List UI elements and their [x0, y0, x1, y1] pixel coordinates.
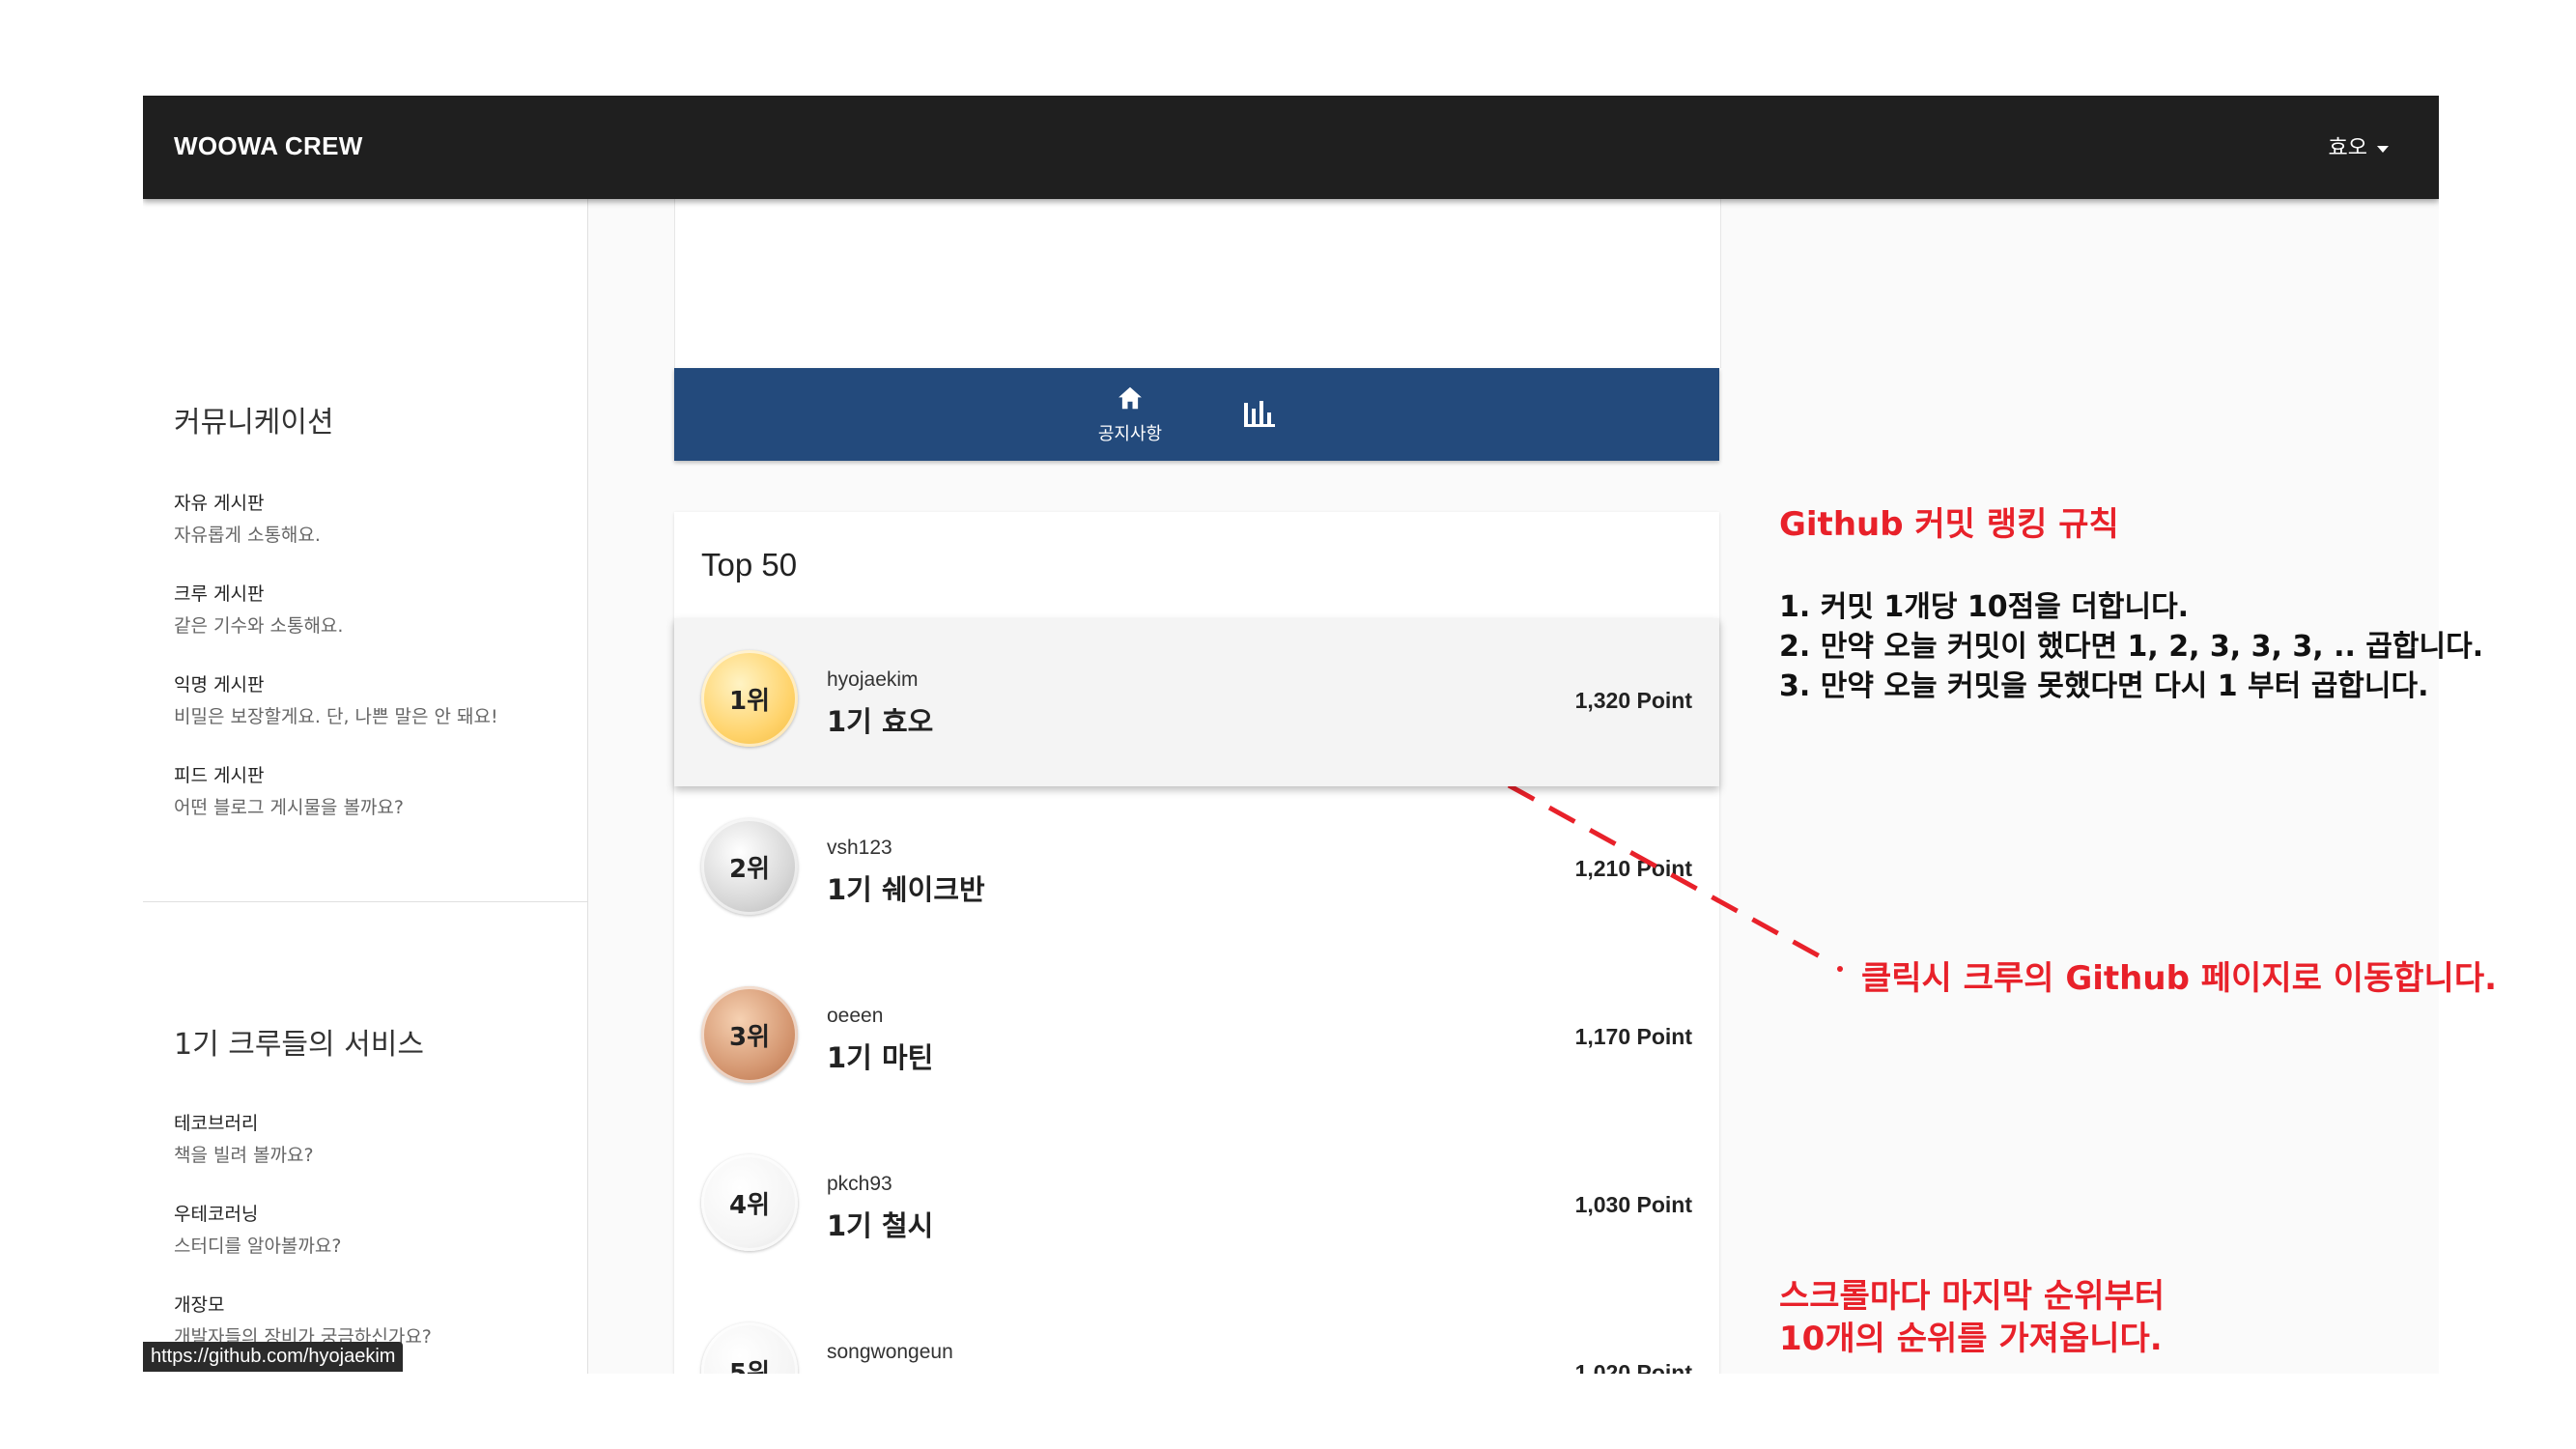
points: 1,320 Point — [1574, 688, 1692, 713]
click-note: 클릭시 크루의 Github 페이지로 이동합니다. — [1861, 959, 2498, 998]
user-menu[interactable]: 효오 — [2329, 130, 2389, 161]
github-id: hyojaekim — [827, 668, 919, 691]
scroll-note-line: 10개의 순위를 가져옵니다. — [1779, 1320, 2163, 1358]
ranking-row[interactable]: 1위 hyojaekim 1기 효오 1,320 Point — [674, 618, 1719, 786]
scroll-note: 스크롤마다 마지막 순위부터 10개의 순위를 가져옵니다. — [1779, 1275, 2165, 1360]
crew-name: 1기 효오 — [827, 705, 934, 738]
status-bar-url: https://github.com/hyojaekim — [143, 1342, 404, 1372]
caret-down-icon — [2377, 145, 2389, 153]
scroll-note-line: 스크롤마다 마지막 순위부터 — [1779, 1277, 2166, 1316]
rank-medal-gold: 1위 — [701, 650, 798, 747]
top-navbar: WOOWA CREW 효오 — [143, 96, 2439, 199]
brand-logo[interactable]: WOOWA CREW — [174, 131, 363, 161]
user-name: 효오 — [2328, 136, 2367, 160]
